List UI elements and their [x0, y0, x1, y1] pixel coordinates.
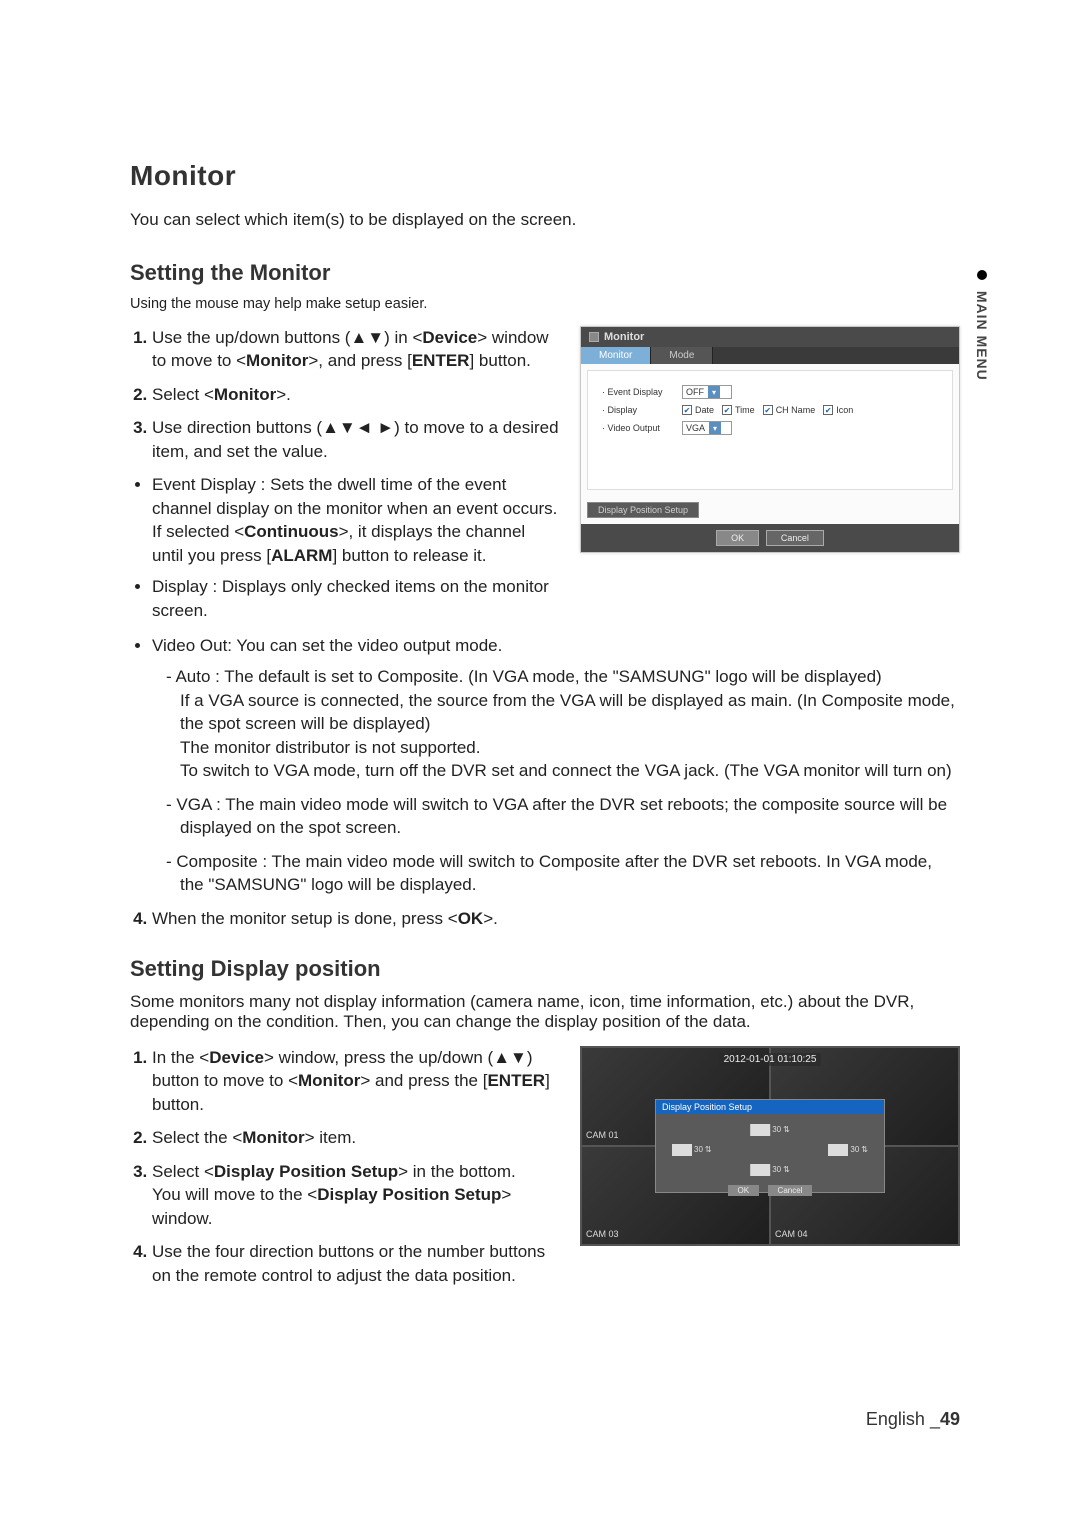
label-video-output: · Video Output: [602, 423, 674, 433]
direction-icon: ▲▼◄ ►: [322, 418, 394, 437]
section-heading-display-position: Setting Display position: [130, 956, 960, 982]
ok-button[interactable]: OK: [716, 530, 759, 546]
chevron-down-icon: ▾: [709, 422, 721, 434]
display-position-setup-button[interactable]: Display Position Setup: [587, 502, 699, 518]
popup-ok-button[interactable]: OK: [728, 1185, 760, 1196]
bullet-event-display: Event Display : Sets the dwell time of t…: [152, 473, 560, 567]
tab-monitor[interactable]: Monitor: [581, 347, 651, 364]
section-side-tab: MAIN MENU: [974, 270, 990, 381]
checkbox-ch-name[interactable]: ✔CH Name: [763, 405, 816, 415]
label-display: · Display: [602, 405, 674, 415]
cam-label-4: CAM 04: [775, 1230, 808, 1240]
cam-label-1: CAM 01: [586, 1131, 619, 1141]
dp-step-2: Select the <Monitor> item.: [152, 1126, 560, 1149]
timestamp: 2012-01-01 01:10:25: [720, 1053, 821, 1066]
chevron-down-icon: ▾: [708, 386, 720, 398]
display-position-popup: Display Position Setup 30⇅ 30⇅ 30⇅ 30⇅ O…: [655, 1099, 885, 1193]
spin-right[interactable]: 30⇅: [828, 1144, 868, 1156]
cam-label-3: CAM 03: [586, 1230, 619, 1240]
dp-step-1: In the <Device> window, press the up/dow…: [152, 1046, 560, 1116]
dropdown-event-display[interactable]: OFF▾: [682, 385, 732, 399]
page-footer: English _49: [866, 1409, 960, 1430]
dash-vga: VGA : The main video mode will switch to…: [166, 793, 960, 840]
display-position-intro: Some monitors many not display informati…: [130, 992, 960, 1032]
step-4: When the monitor setup is done, press <O…: [152, 907, 960, 930]
spin-top[interactable]: 30⇅: [750, 1124, 790, 1136]
dash-auto: Auto : The default is set to Composite. …: [166, 665, 960, 782]
step-3: Use direction buttons (▲▼◄ ►) to move to…: [152, 416, 560, 463]
dialog-title-icon: [589, 332, 599, 342]
label-event-display: · Event Display: [602, 387, 674, 397]
checkbox-date[interactable]: ✔Date: [682, 405, 714, 415]
spin-left[interactable]: 30⇅: [672, 1144, 712, 1156]
step-2: Select <Monitor>.: [152, 383, 560, 406]
popup-title: Display Position Setup: [656, 1100, 884, 1114]
bullet-video-out: Video Out: You can set the video output …: [152, 634, 960, 657]
dp-step-3: Select <Display Position Setup> in the b…: [152, 1160, 560, 1230]
updown-icon: ▲▼: [350, 328, 384, 347]
cancel-button[interactable]: Cancel: [766, 530, 824, 546]
side-tab-label: MAIN MENU: [974, 291, 990, 381]
side-tab-dot: [977, 270, 987, 280]
checkbox-icon[interactable]: ✔Icon: [823, 405, 853, 415]
popup-cancel-button[interactable]: Cancel: [768, 1185, 813, 1196]
dp-step-4: Use the four direction buttons or the nu…: [152, 1240, 560, 1287]
display-position-screenshot: ▣ ▣ ▣ ◉ ▲ ⛶ ⊕ 🔍 ⚙ CAM 01 CAM 03 CAM 04 2…: [580, 1046, 960, 1246]
checkbox-time[interactable]: ✔Time: [722, 405, 755, 415]
tab-mode[interactable]: Mode: [651, 347, 713, 364]
dash-composite: Composite : The main video mode will swi…: [166, 850, 960, 897]
step-1: Use the up/down buttons (▲▼) in <Device>…: [152, 326, 560, 373]
monitor-dialog: Monitor Monitor Mode · Event Display OFF…: [580, 326, 960, 553]
mouse-note: Using the mouse may help make setup easi…: [130, 296, 960, 312]
section-heading-setting-monitor: Setting the Monitor: [130, 260, 960, 286]
bullet-display: Display : Displays only checked items on…: [152, 575, 560, 622]
page-intro: You can select which item(s) to be displ…: [130, 210, 960, 230]
page-heading: Monitor: [130, 160, 960, 192]
dialog-titlebar: Monitor: [581, 327, 959, 347]
updown-icon: ▲▼: [493, 1048, 527, 1067]
dropdown-video-output[interactable]: VGA▾: [682, 421, 732, 435]
dialog-title: Monitor: [604, 331, 644, 343]
spin-bottom[interactable]: 30⇅: [750, 1164, 790, 1176]
